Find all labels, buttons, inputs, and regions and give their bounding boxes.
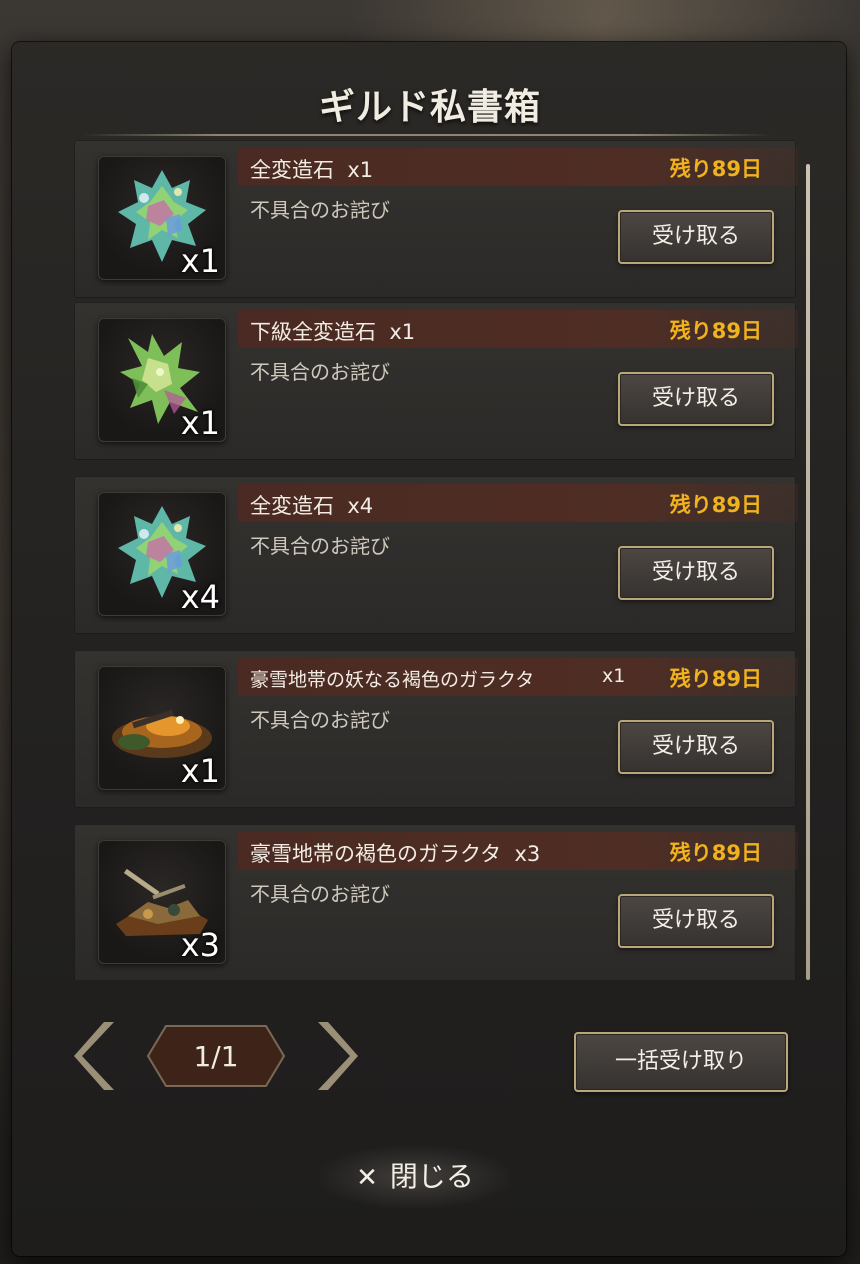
item-thumbnail: x1 — [98, 318, 226, 442]
item-name-bar: 豪雪地帯の褐色のガラクタ x3 残り89日 — [238, 832, 798, 870]
mail-subject: 不具合のお詫び — [250, 708, 390, 732]
days-remaining: 残り89日 — [669, 319, 762, 343]
quantity-badge: x1 — [180, 752, 220, 790]
page-indicator: 1/1 — [146, 1024, 286, 1088]
scrollbar[interactable] — [806, 164, 810, 980]
title-divider — [82, 134, 772, 136]
item-name: 全変造石 x4 — [250, 494, 374, 518]
item-name: 豪雪地帯の妖なる褐色のガラクタ — [250, 669, 535, 691]
mail-subject: 不具合のお詫び — [250, 882, 390, 906]
days-remaining: 残り89日 — [669, 493, 762, 517]
close-button[interactable]: ✕ 閉じる — [320, 1146, 510, 1208]
receive-button[interactable]: 受け取る — [618, 210, 774, 264]
mail-subject: 不具合のお詫び — [250, 360, 390, 384]
item-name: 全変造石 x1 — [250, 158, 374, 182]
receive-button[interactable]: 受け取る — [618, 546, 774, 600]
quantity-badge: x1 — [180, 404, 220, 442]
quantity-badge: x3 — [180, 926, 220, 964]
page-label: 1/1 — [193, 1040, 239, 1073]
item-name-bar: 下級全変造石 x1 残り89日 — [238, 310, 798, 348]
item-thumbnail: x3 — [98, 840, 226, 964]
days-remaining: 残り89日 — [669, 841, 762, 865]
receive-button[interactable]: 受け取る — [618, 372, 774, 426]
page-title: ギルド私書箱 — [318, 87, 541, 128]
item-name-bar: 豪雪地帯の妖なる褐色のガラクタ x1 残り89日 — [238, 658, 798, 696]
list-item: x4 全変造石 x4 残り89日 不具合のお詫び 受け取る — [74, 476, 798, 634]
chevron-right-icon[interactable] — [314, 1020, 358, 1096]
item-thumbnail: x1 — [98, 156, 226, 280]
mail-subject: 不具合のお詫び — [250, 198, 390, 222]
receive-button[interactable]: 受け取る — [618, 720, 774, 774]
item-thumbnail: x4 — [98, 492, 226, 616]
days-remaining: 残り89日 — [669, 157, 762, 181]
item-name: 豪雪地帯の褐色のガラクタ x3 — [250, 842, 541, 866]
receive-all-button[interactable]: 一括受け取り — [574, 1032, 788, 1092]
mail-subject: 不具合のお詫び — [250, 534, 390, 558]
list-item: x1 豪雪地帯の妖なる褐色のガラクタ x1 残り89日 不具合のお詫び 受け取る — [74, 650, 798, 808]
list-item: x1 下級全変造石 x1 残り89日 不具合のお詫び 受け取る — [74, 302, 798, 460]
days-remaining: 残り89日 — [669, 667, 762, 691]
quantity-badge: x4 — [180, 578, 220, 616]
list-item: x1 全変造石 x1 残り89日 不具合のお詫び 受け取る — [74, 140, 798, 298]
item-name: 下級全変造石 x1 — [250, 320, 416, 344]
receive-button[interactable]: 受け取る — [618, 894, 774, 948]
close-icon: ✕ — [356, 1163, 378, 1193]
item-thumbnail: x1 — [98, 666, 226, 790]
item-name-bar: 全変造石 x4 残り89日 — [238, 484, 798, 522]
list-item: x3 豪雪地帯の褐色のガラクタ x3 残り89日 不具合のお詫び 受け取る — [74, 824, 798, 980]
mail-list[interactable]: x1 全変造石 x1 残り89日 不具合のお詫び 受け取る x1 下級全変造石 … — [70, 140, 800, 980]
item-name-quantity: x1 — [602, 665, 626, 687]
quantity-badge: x1 — [180, 242, 220, 280]
close-label: 閉じる — [389, 1160, 474, 1193]
item-name-bar: 全変造石 x1 残り89日 — [238, 148, 798, 186]
chevron-left-icon[interactable] — [74, 1020, 118, 1096]
